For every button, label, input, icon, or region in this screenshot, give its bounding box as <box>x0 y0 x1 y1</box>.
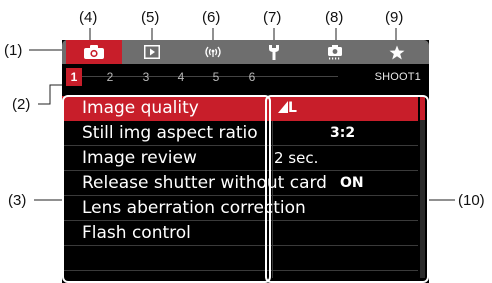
callout-3-highlight <box>62 95 271 283</box>
page-3[interactable]: 3 <box>138 68 154 86</box>
callout-7: (7) <box>263 9 282 26</box>
tab-custom-functions[interactable] <box>310 40 360 64</box>
callout-1: (1) <box>4 42 23 59</box>
star-icon <box>389 45 405 59</box>
tab-wireless[interactable] <box>188 40 238 64</box>
callout-2: (2) <box>12 96 31 113</box>
page-2[interactable]: 2 <box>102 68 118 86</box>
callout-10: (10) <box>458 192 485 209</box>
page-4[interactable]: 4 <box>173 68 189 86</box>
main-tab-bar <box>62 40 429 64</box>
callout-6: (6) <box>202 9 221 26</box>
callout-8: (8) <box>325 9 344 26</box>
tab-shooting[interactable] <box>66 40 122 64</box>
callout-3: (3) <box>8 192 27 209</box>
custom-function-camera-icon <box>328 45 342 60</box>
tab-my-menu[interactable] <box>372 40 422 64</box>
callout-5: (5) <box>141 9 160 26</box>
tab-setup[interactable] <box>250 40 298 64</box>
menu-section-label: SHOOT1 <box>374 71 421 83</box>
menu-page-bar: 1 2 3 4 5 6 SHOOT1 <box>62 64 429 90</box>
tab-playback[interactable] <box>126 40 178 64</box>
callout-9: (9) <box>385 9 404 26</box>
page-5[interactable]: 5 <box>208 68 224 86</box>
playback-icon <box>144 45 160 59</box>
callout-10-highlight <box>265 95 429 283</box>
wrench-icon <box>269 45 279 60</box>
page-1[interactable]: 1 <box>66 68 82 86</box>
camera-icon <box>84 45 104 59</box>
camera-menu-screen: 1 2 3 4 5 6 SHOOT1 Image quality L Still… <box>62 40 429 283</box>
page-6[interactable]: 6 <box>244 68 260 86</box>
wireless-icon <box>205 46 221 58</box>
callout-4: (4) <box>79 9 98 26</box>
